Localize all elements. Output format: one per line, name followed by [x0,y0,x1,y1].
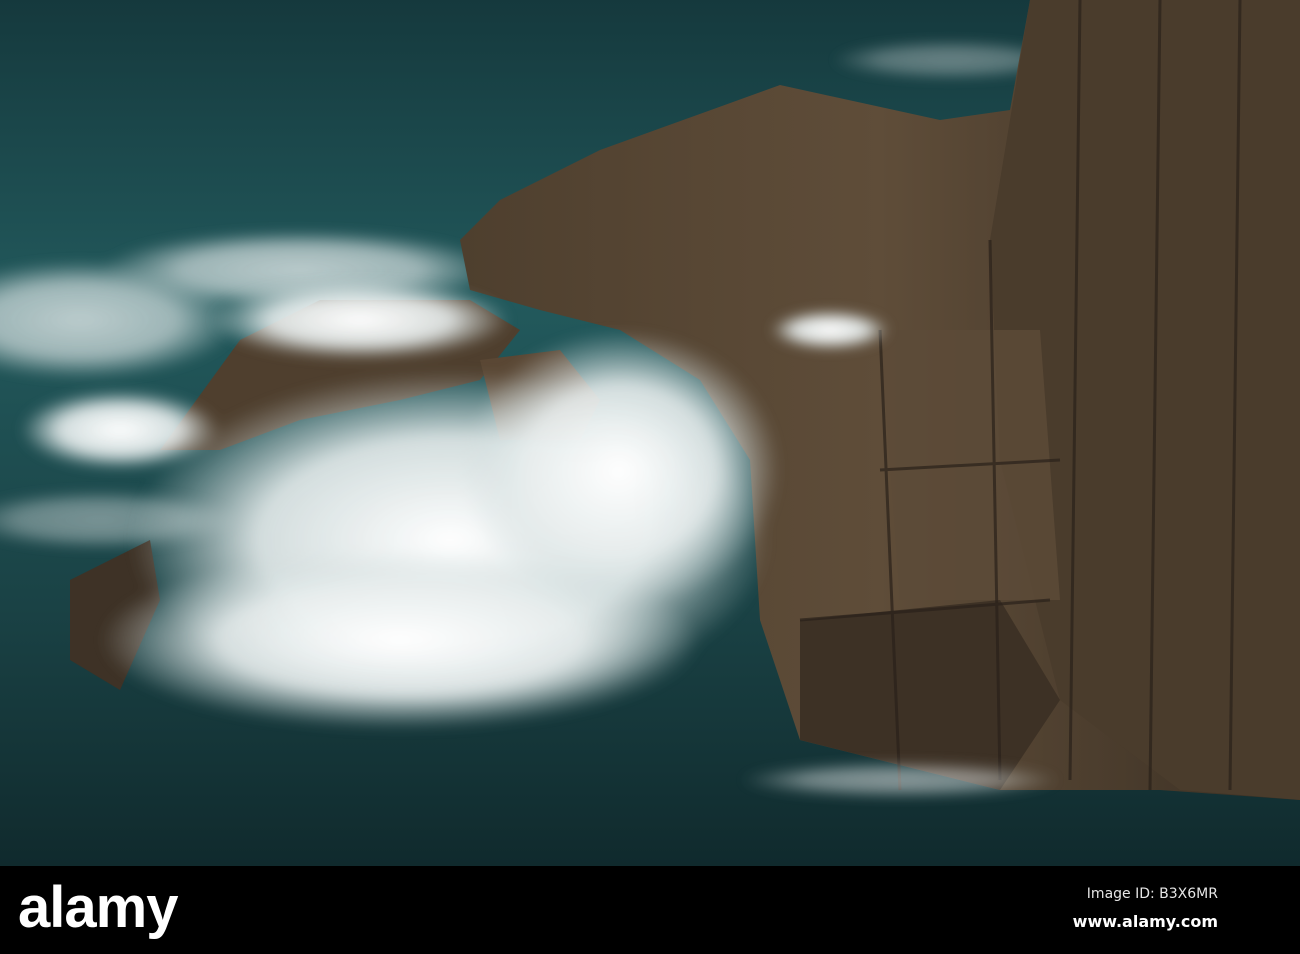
watermark-bar: alamy Image ID: B3X6MR www.alamy.com [0,866,1300,954]
stock-photo-page: alamy Image ID: B3X6MR www.alamy.com [0,0,1300,954]
coastal-waves-photo [0,0,1300,866]
site-url: www.alamy.com [1072,912,1218,931]
alamy-logo: alamy [18,875,178,940]
image-id: Image ID: B3X6MR [1086,886,1218,902]
